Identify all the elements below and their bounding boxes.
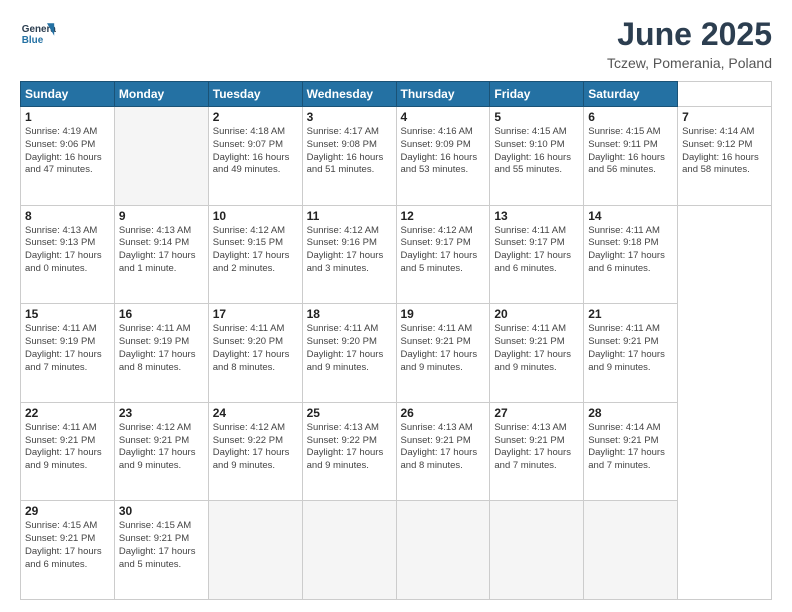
- table-row: 1Sunrise: 4:19 AMSunset: 9:06 PMDaylight…: [21, 107, 115, 206]
- table-row: [396, 501, 490, 600]
- table-row: 25Sunrise: 4:13 AMSunset: 9:22 PMDayligh…: [302, 402, 396, 501]
- table-row: 2Sunrise: 4:18 AMSunset: 9:07 PMDaylight…: [208, 107, 302, 206]
- table-row: 21Sunrise: 4:11 AMSunset: 9:21 PMDayligh…: [584, 304, 678, 403]
- table-row: 8Sunrise: 4:13 AMSunset: 9:13 PMDaylight…: [21, 205, 115, 304]
- col-friday: Friday: [490, 82, 584, 107]
- table-row: 15Sunrise: 4:11 AMSunset: 9:19 PMDayligh…: [21, 304, 115, 403]
- table-row: 6Sunrise: 4:15 AMSunset: 9:11 PMDaylight…: [584, 107, 678, 206]
- calendar-table: Sunday Monday Tuesday Wednesday Thursday…: [20, 81, 772, 600]
- col-monday: Monday: [114, 82, 208, 107]
- calendar-header-row: Sunday Monday Tuesday Wednesday Thursday…: [21, 82, 772, 107]
- col-thursday: Thursday: [396, 82, 490, 107]
- table-row: 11Sunrise: 4:12 AMSunset: 9:16 PMDayligh…: [302, 205, 396, 304]
- logo: General Blue: [20, 16, 56, 52]
- table-row: 22Sunrise: 4:11 AMSunset: 9:21 PMDayligh…: [21, 402, 115, 501]
- table-row: 20Sunrise: 4:11 AMSunset: 9:21 PMDayligh…: [490, 304, 584, 403]
- table-row: 10Sunrise: 4:12 AMSunset: 9:15 PMDayligh…: [208, 205, 302, 304]
- table-row: 9Sunrise: 4:13 AMSunset: 9:14 PMDaylight…: [114, 205, 208, 304]
- table-row: 23Sunrise: 4:12 AMSunset: 9:21 PMDayligh…: [114, 402, 208, 501]
- table-row: 17Sunrise: 4:11 AMSunset: 9:20 PMDayligh…: [208, 304, 302, 403]
- table-row: [584, 501, 678, 600]
- table-row: 7Sunrise: 4:14 AMSunset: 9:12 PMDaylight…: [678, 107, 772, 206]
- table-row: 3Sunrise: 4:17 AMSunset: 9:08 PMDaylight…: [302, 107, 396, 206]
- logo-icon: General Blue: [20, 16, 56, 52]
- table-row: 4Sunrise: 4:16 AMSunset: 9:09 PMDaylight…: [396, 107, 490, 206]
- table-row: 28Sunrise: 4:14 AMSunset: 9:21 PMDayligh…: [584, 402, 678, 501]
- table-row: 19Sunrise: 4:11 AMSunset: 9:21 PMDayligh…: [396, 304, 490, 403]
- table-row: 14Sunrise: 4:11 AMSunset: 9:18 PMDayligh…: [584, 205, 678, 304]
- calendar-page: General Blue June 2025 Tczew, Pomerania,…: [0, 0, 792, 612]
- location: Tczew, Pomerania, Poland: [607, 55, 772, 71]
- table-row: 29Sunrise: 4:15 AMSunset: 9:21 PMDayligh…: [21, 501, 115, 600]
- table-row: [208, 501, 302, 600]
- table-row: 27Sunrise: 4:13 AMSunset: 9:21 PMDayligh…: [490, 402, 584, 501]
- table-row: 24Sunrise: 4:12 AMSunset: 9:22 PMDayligh…: [208, 402, 302, 501]
- table-row: [114, 107, 208, 206]
- table-row: 16Sunrise: 4:11 AMSunset: 9:19 PMDayligh…: [114, 304, 208, 403]
- col-sunday: Sunday: [21, 82, 115, 107]
- title-block: June 2025 Tczew, Pomerania, Poland: [607, 16, 772, 71]
- table-row: 5Sunrise: 4:15 AMSunset: 9:10 PMDaylight…: [490, 107, 584, 206]
- table-row: 13Sunrise: 4:11 AMSunset: 9:17 PMDayligh…: [490, 205, 584, 304]
- table-row: [490, 501, 584, 600]
- table-row: 26Sunrise: 4:13 AMSunset: 9:21 PMDayligh…: [396, 402, 490, 501]
- table-row: 30Sunrise: 4:15 AMSunset: 9:21 PMDayligh…: [114, 501, 208, 600]
- table-row: 18Sunrise: 4:11 AMSunset: 9:20 PMDayligh…: [302, 304, 396, 403]
- svg-text:Blue: Blue: [22, 35, 44, 46]
- page-header: General Blue June 2025 Tczew, Pomerania,…: [20, 16, 772, 71]
- table-row: 12Sunrise: 4:12 AMSunset: 9:17 PMDayligh…: [396, 205, 490, 304]
- col-wednesday: Wednesday: [302, 82, 396, 107]
- col-tuesday: Tuesday: [208, 82, 302, 107]
- month-title: June 2025: [607, 16, 772, 53]
- col-saturday: Saturday: [584, 82, 678, 107]
- table-row: [302, 501, 396, 600]
